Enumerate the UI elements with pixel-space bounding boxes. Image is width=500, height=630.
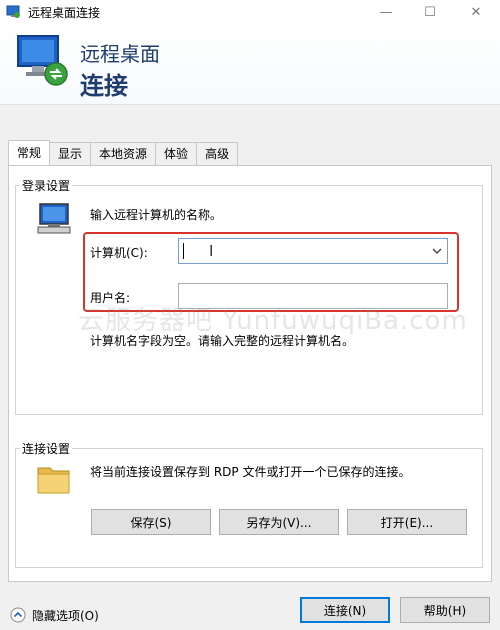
connection-settings-label: 连接设置: [22, 442, 71, 456]
connection-description: 将当前连接设置保存到 RDP 文件或打开一个已保存的连接。: [90, 465, 411, 479]
header-title-line2: 连接: [80, 72, 128, 100]
tab-strip: 常规 显示 本地资源 体验 高级: [8, 140, 239, 166]
connect-button[interactable]: 连接(N): [300, 597, 390, 623]
tab-local-resources[interactable]: 本地资源: [90, 142, 157, 165]
empty-computer-error: 计算机名字段为空。请输入完整的远程计算机名。: [90, 334, 355, 348]
remote-desktop-app-icon: [6, 5, 20, 18]
help-button[interactable]: 帮助(H): [400, 597, 490, 623]
title-bar: 远程桌面连接 — ☐ ✕: [0, 0, 500, 24]
tab-experience[interactable]: 体验: [155, 142, 198, 165]
open-button[interactable]: 打开(E)...: [347, 509, 467, 535]
text-caret: [183, 243, 184, 259]
save-button[interactable]: 保存(S): [91, 509, 211, 535]
window-title: 远程桌面连接: [28, 6, 101, 20]
maximize-button[interactable]: ☐: [410, 0, 450, 24]
minimize-button[interactable]: —: [366, 0, 406, 24]
header-title-line1: 远程桌面: [80, 42, 160, 66]
tab-display[interactable]: 显示: [49, 142, 92, 165]
chevron-up-icon[interactable]: [10, 607, 26, 623]
header-banner: 远程桌面 连接: [0, 24, 500, 105]
remote-desktop-logo-icon: [17, 35, 68, 86]
computer-label: 计算机(C):: [90, 246, 148, 260]
close-button[interactable]: ✕: [456, 0, 496, 24]
computer-icon: [37, 203, 71, 234]
connection-settings-group: 连接设置: [15, 440, 483, 568]
tab-advanced[interactable]: 高级: [196, 142, 239, 165]
tab-general[interactable]: 常规: [8, 140, 51, 165]
folder-icon: [37, 467, 70, 494]
ibeam-cursor-icon: I: [209, 242, 214, 260]
login-instruction: 输入远程计算机的名称。: [90, 208, 223, 222]
login-settings-label: 登录设置: [22, 179, 71, 193]
chevron-down-icon[interactable]: [431, 243, 443, 259]
hide-options-link[interactable]: 隐藏选项(O): [32, 607, 99, 624]
computer-combobox[interactable]: I: [178, 238, 448, 264]
save-as-button[interactable]: 另存为(V)...: [219, 509, 339, 535]
